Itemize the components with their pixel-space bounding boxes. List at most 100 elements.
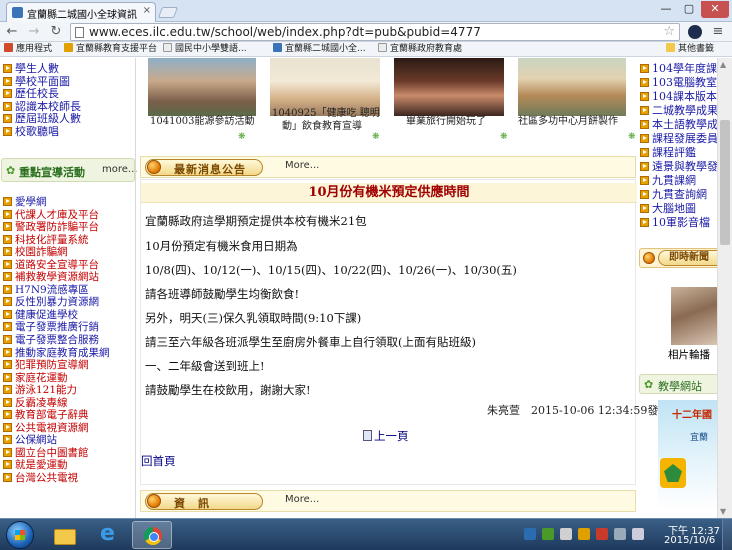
list-item[interactable]: 認識本校師長 [3,101,135,114]
reload-button[interactable]: ↻ [48,24,64,40]
list-item[interactable]: 代課人才庫及平台 [3,209,131,222]
tray-app-icon[interactable] [560,528,572,540]
photo-caption[interactable]: 1040925「健康吃 聰明 [272,108,380,120]
other-bookmarks[interactable]: 其他書籤 [666,42,714,56]
list-item[interactable]: 犯罪預防宣導網 [3,359,131,372]
list-item[interactable]: 遠景與教學發展 [640,160,717,174]
list-item[interactable]: 家庭花運動 [3,372,131,385]
list-item[interactable]: H7N9流感專區 [3,284,131,297]
internet-explorer-taskbar-icon[interactable] [88,521,128,549]
chrome-taskbar-icon[interactable] [132,521,172,549]
new-tab-button[interactable] [157,7,179,18]
list-item[interactable]: 游泳121能力 [3,384,131,397]
list-item[interactable]: 校歌聽唱 [3,126,135,139]
photo-caption-line2[interactable]: 動」飲食教育宣導 [282,121,362,133]
network-icon[interactable] [614,528,626,540]
list-item[interactable]: 公保網站 [3,434,131,447]
minimize-button[interactable]: — [655,1,677,18]
gallery-photo[interactable] [148,58,256,116]
photo-carousel-caption[interactable]: 相片輪播 [668,347,710,362]
scroll-down-arrow-icon[interactable]: ▼ [720,507,726,516]
bookmark-star-icon[interactable]: ☆ [663,24,675,40]
list-item[interactable]: 就是愛運動 [3,459,131,472]
right-news-badge[interactable]: 即時新聞 [658,250,717,266]
list-item[interactable]: 課程發展委員會 [640,132,717,146]
list-item[interactable]: 台灣公共電視 [3,472,131,485]
list-item[interactable]: 科技化評量系統 [3,234,131,247]
list-item[interactable]: 補救教學資源網站 [3,271,131,284]
list-item[interactable]: 反霸凌專線 [3,397,131,410]
list-item-label: 警政署防詐騙平台 [15,221,99,234]
news-badge[interactable]: 最新消息公告 [145,159,263,176]
list-item[interactable]: 九貫課網 [640,174,717,188]
bookmark-item[interactable]: 宜蘭縣二城國小全... [273,42,366,56]
list-item[interactable]: 電子發票整合服務 [3,334,131,347]
promo-more-link[interactable]: more... [102,164,137,175]
show-desktop-button[interactable] [722,519,732,550]
list-item[interactable]: 國立台中圖書館 [3,447,131,460]
list-item[interactable]: 警政署防詐騙平台 [3,221,131,234]
gallery-photo[interactable] [518,58,626,116]
list-item[interactable]: 反性別暴力資源網 [3,296,131,309]
previous-page-link[interactable]: 上一頁 [363,428,409,444]
close-window-button[interactable]: ✕ [701,1,729,18]
photo-caption[interactable]: 社區多功中心月餅製作 [518,116,618,128]
photo-carousel-image[interactable] [671,287,717,345]
start-button[interactable] [6,521,34,549]
list-item[interactable]: 課程評鑑 [640,146,717,160]
address-bar[interactable]: www.eces.ilc.edu.tw/school/web/index.php… [70,23,680,41]
bookmark-item[interactable]: 國民中小學雙語... [163,42,247,56]
vertical-scrollbar[interactable]: ▲ ▼ [717,58,732,518]
tray-app-icon[interactable] [596,528,608,540]
bookmark-item[interactable]: 宜蘭縣政府教育處 [378,42,462,56]
list-item[interactable]: 104課本版本 [640,90,717,104]
arrow-bullet-icon [3,259,12,269]
gallery-photo[interactable] [394,58,504,116]
browser-menu-icon[interactable]: ≡ [710,24,726,40]
list-item[interactable]: 道路安全宣導平台 [3,259,131,272]
list-item[interactable]: 學生人數 [3,63,135,76]
list-item[interactable]: 健康促進學校 [3,309,131,322]
file-explorer-taskbar-icon[interactable] [44,521,84,549]
list-item[interactable]: 推動家庭教育成果網 [3,347,131,360]
tray-app-icon[interactable] [578,528,590,540]
twelve-year-education-banner[interactable]: 十二年國 宜蘭 [658,400,717,510]
address-url[interactable]: www.eces.ilc.edu.tw/school/web/index.php… [89,25,481,39]
list-item[interactable]: 學校平面圖 [3,76,135,89]
back-button[interactable]: ← [4,24,20,40]
list-item[interactable]: 愛學網 [3,196,131,209]
browser-tab[interactable]: 宜蘭縣二城國小全球資訊 × [6,2,156,22]
list-item[interactable]: 本土語教學成 [640,118,717,132]
photo-caption[interactable]: 1041003能源參訪活動 [150,116,255,128]
tray-app-icon[interactable] [542,528,554,540]
clock-date[interactable]: 2015/10/6 [664,535,715,546]
home-page-link[interactable]: 回首頁 [141,453,176,469]
list-item[interactable]: 九貫查詢網 [640,188,717,202]
list-item[interactable]: 104學年度課表 [640,62,717,76]
list-item[interactable]: 校園詐騙網 [3,246,131,259]
list-item-label: 本土語教學成 [652,118,717,131]
list-item[interactable]: 10軍影音檔 [640,216,717,230]
photo-caption[interactable]: 畢業旅行開始玩了 [406,116,486,128]
forward-button[interactable]: → [26,24,42,40]
list-item[interactable]: 歷屆班級人數 [3,113,135,126]
info-badge[interactable]: 資 訊 [145,493,263,510]
list-item[interactable]: 二城教學成果 [640,104,717,118]
volume-icon[interactable] [632,528,644,540]
maximize-button[interactable]: ▢ [678,1,700,18]
info-more-link[interactable]: More... [285,494,319,505]
news-more-link[interactable]: More... [285,160,319,171]
scrollbar-thumb[interactable] [720,120,730,245]
bookmark-item[interactable]: 宜蘭縣教育支援平台 [64,42,157,56]
keyboard-icon[interactable] [524,528,536,540]
list-item[interactable]: 教育部電子辭典 [3,409,131,422]
list-item[interactable]: 公共電視資源網 [3,422,131,435]
list-item[interactable]: 大腦地圖 [640,202,717,216]
scroll-up-arrow-icon[interactable]: ▲ [720,60,726,69]
extension-icon[interactable] [688,25,702,39]
list-item[interactable]: 103電腦教室調 [640,76,717,90]
tab-close-icon[interactable]: × [143,5,151,16]
list-item[interactable]: 電子發票推廣行銷 [3,321,131,334]
bookmark-apps[interactable]: 應用程式 [4,42,52,56]
list-item[interactable]: 歷任校長 [3,88,135,101]
